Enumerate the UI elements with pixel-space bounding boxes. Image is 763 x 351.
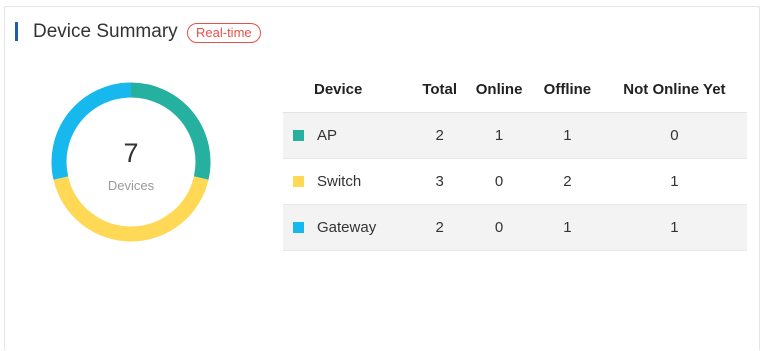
switch-color-swatch [293, 176, 304, 187]
col-device: Device [283, 66, 415, 113]
gateway-color-swatch [293, 222, 304, 233]
device-cell: AP [283, 112, 415, 159]
device-summary-table: Device Total Online Offline Not Online Y… [283, 66, 747, 251]
col-not-online-yet: Not Online Yet [601, 66, 747, 113]
device-cell: Gateway [283, 204, 415, 251]
not-online-yet-cell: 1 [601, 158, 747, 205]
table-row: AP 2 1 1 0 [283, 112, 747, 159]
col-online: Online [465, 66, 533, 113]
table-header-row: Device Total Online Offline Not Online Y… [283, 66, 747, 113]
device-name: Gateway [317, 219, 377, 236]
offline-cell: 2 [532, 158, 602, 205]
table-row: Gateway 2 0 1 1 [283, 204, 747, 251]
donut-label: Devices [107, 178, 155, 193]
table-row: Switch 3 0 2 1 [283, 158, 747, 205]
title-accent-bar [15, 22, 18, 41]
total-cell: 2 [414, 112, 466, 159]
realtime-badge: Real-time [187, 23, 261, 43]
col-total: Total [414, 66, 466, 113]
device-donut-chart: 7 Devices [51, 82, 211, 242]
device-name: AP [317, 127, 338, 144]
total-cell: 2 [414, 204, 466, 251]
ap-color-swatch [293, 130, 304, 141]
device-cell: Switch [283, 158, 415, 205]
total-cell: 3 [414, 158, 466, 205]
offline-cell: 1 [532, 204, 602, 251]
card-title: Device Summary [33, 21, 178, 42]
not-online-yet-cell: 1 [601, 204, 747, 251]
online-cell: 0 [465, 158, 533, 205]
not-online-yet-cell: 0 [601, 112, 747, 159]
offline-cell: 1 [532, 112, 602, 159]
device-name: Switch [317, 173, 362, 190]
online-cell: 0 [465, 204, 533, 251]
online-cell: 1 [465, 112, 533, 159]
col-offline: Offline [532, 66, 602, 113]
donut-total: 7 [123, 138, 139, 168]
